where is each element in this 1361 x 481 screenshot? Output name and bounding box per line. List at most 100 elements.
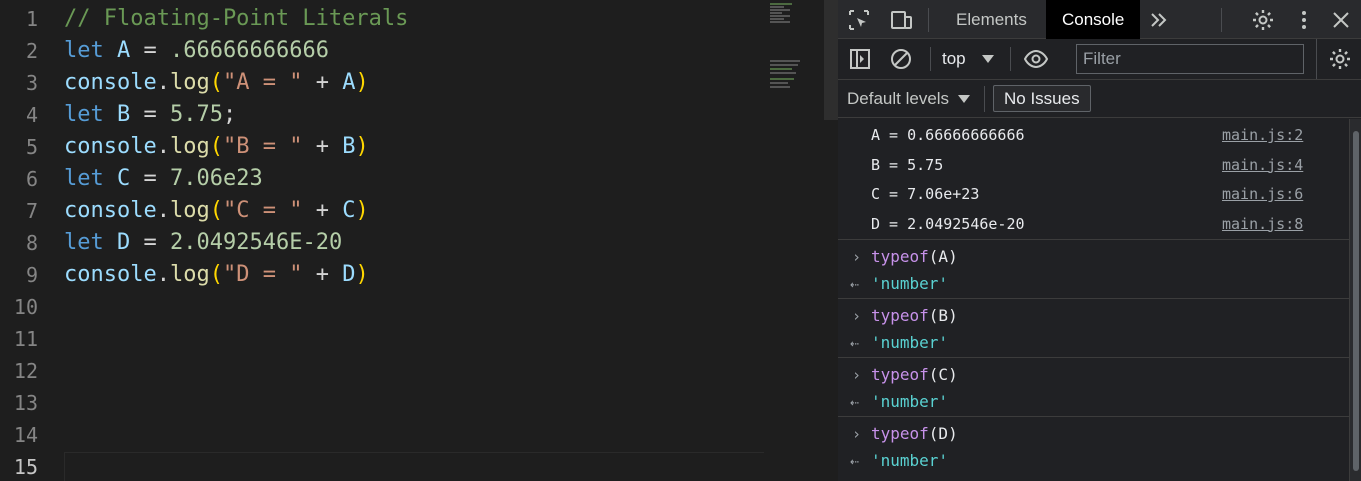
line-number: 15 [13,455,38,479]
code-token: A [117,38,131,63]
clear-console-icon[interactable] [889,47,913,71]
code-line[interactable]: 13 [0,387,770,419]
code-line[interactable]: 7 console.log("C = " + C) [0,195,770,227]
code-token: .66666666666 [170,38,329,63]
toolbar-separator [1010,47,1011,71]
eval-function: typeof [871,247,929,266]
log-source-link[interactable]: main.js:8 [1222,215,1303,233]
code-token: B [342,134,356,159]
code-token: log [169,70,210,95]
code-token: ( [209,262,223,287]
code-line[interactable]: 10 [0,291,770,323]
more-tabs-icon[interactable] [1147,8,1171,32]
settings-gear-icon[interactable] [1251,8,1275,32]
code-token: = [130,38,170,63]
code-text: let D = 2.0492546E-20 [64,227,342,259]
code-line[interactable]: 9 console.log("D = " + D) [0,259,770,291]
log-message: B = 5.75 [871,155,944,174]
code-line[interactable]: 11 [0,323,770,355]
editor-scrollbar[interactable] [824,0,838,120]
log-levels-dropdown[interactable]: Default levels [847,89,949,109]
line-number: 1 [25,7,38,31]
log-source-link[interactable]: main.js:2 [1222,126,1303,144]
code-token: "B = " [222,134,303,159]
code-token: console [64,262,157,287]
line-number: 14 [13,423,38,447]
code-token: // Floating-Point Literals [64,6,409,31]
eval-input: typeof(C) [871,365,958,384]
console-toolbar: top [838,39,1361,80]
code-line[interactable]: 5 console.log("B = " + B) [0,131,770,163]
line-number: 4 [25,103,38,127]
input-chevron-icon: › [852,248,862,266]
minimap-line [770,15,790,17]
line-number: 7 [25,199,38,223]
console-log-row: B = 5.75 main.js:4 [838,150,1349,179]
minimap-line [770,72,796,74]
scrollbar-thumb[interactable] [1353,131,1359,471]
console-output[interactable]: A = 0.66666666666 main.js:2 B = 5.75 main.j… [838,119,1349,481]
toolbar-separator [1316,39,1317,79]
console-settings-gear-icon[interactable] [1328,47,1352,71]
code-token: = [130,102,170,127]
eval-result: 'number' [871,392,949,411]
line-number: 2 [25,39,38,63]
console-scrollbar[interactable] [1349,119,1361,481]
live-expression-eye-icon[interactable] [1024,47,1048,71]
eval-result: 'number' [871,333,949,352]
code-editor[interactable]: 1 // Floating-Point Literals 2 let A = .666… [0,0,824,481]
code-token: ) [355,134,369,159]
chevron-down-icon[interactable] [958,95,970,103]
eval-result: 'number' [871,274,949,293]
code-token: B [117,102,131,127]
code-text: console.log("C = " + C) [64,195,369,227]
line-number: 13 [13,391,38,415]
log-source-link[interactable]: main.js:6 [1222,185,1303,203]
eval-function: typeof [871,365,929,384]
code-line[interactable]: 1 // Floating-Point Literals [0,3,770,35]
code-line[interactable]: 12 [0,355,770,387]
log-message: A = 0.66666666666 [871,126,1025,144]
tab-console[interactable]: Console [1046,0,1141,39]
code-token: let [64,166,104,191]
issues-button[interactable]: No Issues [993,85,1091,112]
code-token: log [169,262,210,287]
line-number: 12 [13,359,38,383]
code-token: ) [355,70,369,95]
chevron-down-icon[interactable] [982,55,994,63]
minimap-line [770,68,792,70]
context-selector[interactable]: top [942,49,966,69]
devtools-tabbar: Elements Console [838,0,1361,39]
close-icon[interactable] [1329,8,1353,32]
minimap-line [770,12,782,14]
code-line[interactable]: 8 let D = 2.0492546E-20 [0,227,770,259]
code-token: 2.0492546E-20 [170,230,343,255]
code-token: D [117,230,131,255]
code-token: console [64,70,157,95]
code-line[interactable]: 2 let A = .66666666666 [0,35,770,67]
log-source-link[interactable]: main.js:4 [1222,156,1303,174]
code-line[interactable]: 3 console.log("A = " + A) [0,67,770,99]
code-token: A [342,70,356,95]
code-line[interactable]: 14 [0,419,770,451]
minimap-line [770,3,792,5]
toolbar-separator [1221,8,1222,32]
eval-argument: (C) [928,365,958,384]
filter-input[interactable] [1076,44,1304,74]
inspect-element-icon[interactable] [847,8,871,32]
code-token: . [156,262,170,287]
console-eval-entry: › typeof(D) ⇠ 'number' [838,416,1349,475]
eval-function: typeof [871,424,929,443]
code-token: . [156,70,170,95]
sidebar-toggle-icon[interactable] [848,47,872,71]
code-line[interactable]: 4 let B = 5.75; [0,99,770,131]
device-toolbar-icon[interactable] [889,8,913,32]
result-arrow-icon: ⇠ [850,334,860,352]
tab-elements[interactable]: Elements [940,0,1043,39]
code-token: console [64,134,157,159]
more-options-icon[interactable] [1292,8,1316,32]
eval-argument: (A) [928,247,958,266]
minimap-line [770,60,800,62]
minimap[interactable] [768,0,823,481]
code-line[interactable]: 6 let C = 7.06e23 [0,163,770,195]
